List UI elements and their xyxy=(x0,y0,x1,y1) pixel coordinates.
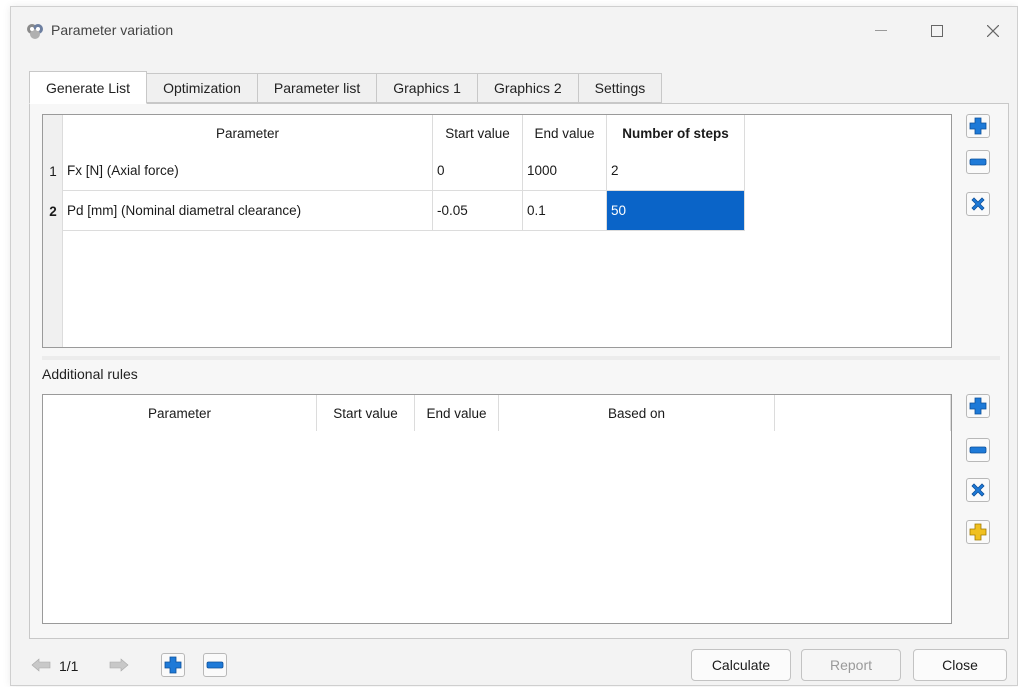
cell-number-of-steps[interactable]: 2 xyxy=(607,151,745,191)
minus-icon xyxy=(969,446,987,454)
add-parameter-button[interactable] xyxy=(966,114,990,138)
remove-page-button[interactable] xyxy=(203,653,227,677)
close-window-button[interactable] xyxy=(973,15,1013,47)
additional-rules-grid[interactable]: Parameter Start value End value Based on xyxy=(42,394,952,624)
cell-start-value[interactable]: 0 xyxy=(433,151,523,191)
tab-optimization[interactable]: Optimization xyxy=(147,73,258,103)
tab-strip: Generate List Optimization Parameter lis… xyxy=(29,71,663,104)
plus-icon xyxy=(969,117,987,135)
add-page-button[interactable] xyxy=(161,653,185,677)
x-delete-icon xyxy=(971,483,985,497)
delete-all-rules-button[interactable] xyxy=(966,478,990,502)
plus-icon xyxy=(969,397,987,415)
add-rule-special-button[interactable] xyxy=(966,520,990,544)
plus-icon xyxy=(164,656,182,674)
tab-graphics-2[interactable]: Graphics 2 xyxy=(477,73,579,103)
page-indicator: 1/1 xyxy=(59,658,79,674)
header-parameter[interactable]: Parameter xyxy=(63,115,433,151)
previous-page-button[interactable] xyxy=(29,655,53,675)
close-button[interactable]: Close xyxy=(913,649,1007,681)
next-page-button[interactable] xyxy=(107,655,131,675)
header-empty[interactable] xyxy=(775,395,951,431)
tab-settings[interactable]: Settings xyxy=(578,73,663,103)
cell-number-of-steps-selected[interactable]: 50 xyxy=(607,191,745,231)
tab-generate-list[interactable]: Generate List xyxy=(29,71,148,104)
row-number: 2 xyxy=(49,203,57,219)
generate-list-panel: Parameter Start value End value Number o… xyxy=(29,103,1009,639)
parameters-grid[interactable]: Parameter Start value End value Number o… xyxy=(42,114,952,348)
cell-start-value[interactable]: -0.05 xyxy=(433,191,523,231)
remove-parameter-button[interactable] xyxy=(966,150,990,174)
add-rule-button[interactable] xyxy=(966,394,990,418)
x-delete-icon xyxy=(971,197,985,211)
close-icon xyxy=(987,25,999,37)
parameters-grid-header: Parameter Start value End value Number o… xyxy=(63,115,745,151)
tab-graphics-1[interactable]: Graphics 1 xyxy=(377,73,478,103)
header-end-value[interactable]: End value xyxy=(523,115,607,151)
arrow-left-icon xyxy=(31,658,51,672)
additional-rules-label: Additional rules xyxy=(42,366,138,382)
delete-all-parameters-button[interactable] xyxy=(966,192,990,216)
header-end-value[interactable]: End value xyxy=(415,395,499,431)
cell-parameter[interactable]: Pd [mm] (Nominal diametral clearance) xyxy=(63,191,433,231)
cell-end-value[interactable]: 1000 xyxy=(523,151,607,191)
splitter[interactable] xyxy=(42,356,1000,360)
minimize-button[interactable] xyxy=(861,15,901,47)
remove-rule-button[interactable] xyxy=(966,438,990,462)
cell-parameter[interactable]: Fx [N] (Axial force) xyxy=(63,151,433,191)
minus-icon xyxy=(206,661,224,669)
calculate-button[interactable]: Calculate xyxy=(691,649,791,681)
header-start-value[interactable]: Start value xyxy=(433,115,523,151)
table-row[interactable]: Pd [mm] (Nominal diametral clearance) -0… xyxy=(63,191,745,231)
plus-yellow-icon xyxy=(969,523,987,541)
report-button[interactable]: Report xyxy=(801,649,901,681)
maximize-icon xyxy=(931,25,943,37)
title-bar: Parameter variation xyxy=(11,7,1017,55)
table-row[interactable]: Fx [N] (Axial force) 0 1000 2 xyxy=(63,151,745,191)
row-header-column xyxy=(43,115,63,347)
footer-bar: 1/1 Calculate Report Close xyxy=(11,643,1017,687)
maximize-button[interactable] xyxy=(917,15,957,47)
minus-icon xyxy=(969,158,987,166)
minimize-icon xyxy=(875,30,887,31)
header-parameter[interactable]: Parameter xyxy=(43,395,317,431)
tab-parameter-list[interactable]: Parameter list xyxy=(257,73,378,103)
parameter-variation-icon xyxy=(27,24,43,39)
cell-end-value[interactable]: 0.1 xyxy=(523,191,607,231)
arrow-right-icon xyxy=(109,658,129,672)
header-number-of-steps[interactable]: Number of steps xyxy=(607,115,745,151)
parameter-variation-window: Parameter variation Generate List Optimi… xyxy=(10,6,1018,686)
header-based-on[interactable]: Based on xyxy=(499,395,775,431)
header-start-value[interactable]: Start value xyxy=(317,395,415,431)
additional-rules-header: Parameter Start value End value Based on xyxy=(43,395,951,431)
window-title: Parameter variation xyxy=(51,22,174,38)
row-number: 1 xyxy=(49,163,57,179)
